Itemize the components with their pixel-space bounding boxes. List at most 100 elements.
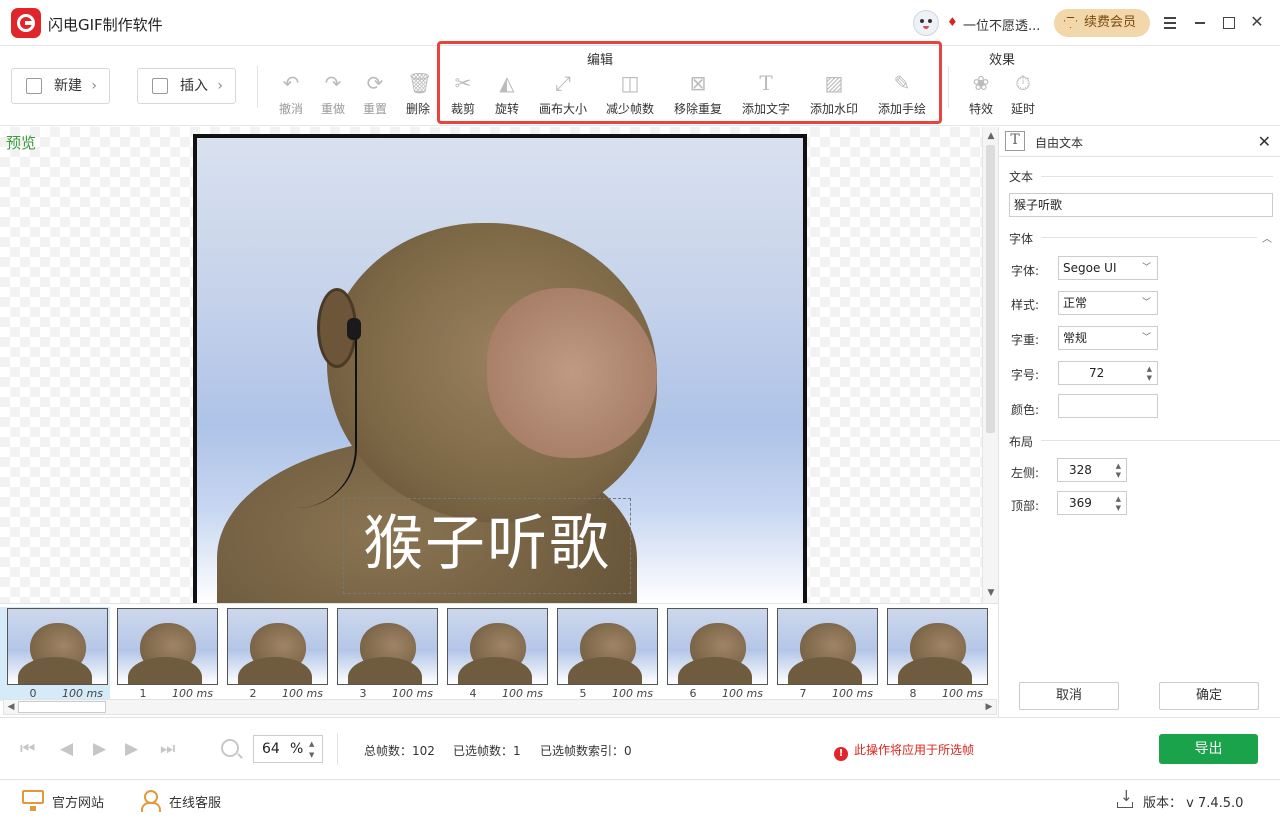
scroll-thumb[interactable] [18,701,106,713]
selected-frames-count: 已选帧数：1 [453,744,521,758]
confirm-button[interactable]: 确定 [1159,682,1259,710]
font-weight-select[interactable]: 常规 ﹀ [1058,326,1158,350]
minimize-icon[interactable] [1192,14,1208,30]
redo-icon: ↷ [324,71,342,95]
frame-thumbnail[interactable]: 2 100 ms [220,607,330,701]
decrement-icon[interactable]: ▼ [1147,374,1152,382]
chevron-down-icon: ﹀ [1141,263,1151,273]
canvas-size-button[interactable]: ⤢ 画布大小 [539,68,587,118]
first-frame-icon[interactable]: ⏮ [20,740,35,758]
chevron-right-icon: › [217,78,223,94]
online-support-label: 在线客服 [169,796,222,811]
official-website-link[interactable]: 官方网站 [22,790,104,811]
new-button[interactable]: 新建 › [11,68,110,104]
previous-frame-icon[interactable]: ◀ [60,740,73,758]
section-divider [1041,440,1280,441]
selected-frames-index: 已选帧数索引：0 [540,744,632,758]
font-style-select[interactable]: 正常 ﹀ [1058,291,1158,315]
trash-icon: 🗑 [407,71,433,95]
gif-canvas[interactable]: 猴子听歌 [193,134,807,603]
user-avatar[interactable] [913,10,939,36]
effects-group-title: 效果 [989,53,1016,68]
delay-button[interactable]: ⏱ 延时 [1003,68,1043,118]
scroll-left-icon[interactable]: ◀ [4,700,18,714]
frame-thumbnail[interactable]: 1 100 ms [110,607,220,701]
increment-icon[interactable]: ▲ [1116,495,1121,503]
controls-divider [337,733,338,765]
rotate-button[interactable]: ◭ 旋转 [487,68,527,118]
add-drawing-label: 添加手绘 [877,102,926,116]
remove-duplicate-button[interactable]: ⊠ 移除重复 [674,68,722,118]
decrement-icon[interactable]: ▼ [1116,471,1121,479]
frame-thumbnail[interactable]: 6 100 ms [660,607,770,701]
preview-label: 预览 [6,134,37,152]
play-icon[interactable]: ▶ [93,740,106,758]
add-drawing-button[interactable]: ✎ 添加手绘 [878,68,926,118]
pencil-icon: ✎ [893,71,911,95]
canvas-size-label: 画布大小 [538,102,587,116]
insert-button[interactable]: 插入 › [137,68,236,104]
font-size-stepper[interactable]: 72 ▲ ▼ [1058,361,1158,385]
left-label: 左侧: [1011,466,1040,480]
frame-thumbnail[interactable]: 5 100 ms [550,607,660,701]
next-frame-icon[interactable]: ▶ [125,740,138,758]
insert-icon [152,78,168,94]
remove-duplicate-icon: ⊠ [689,71,707,95]
chevron-down-icon: ﹀ [1141,298,1151,308]
close-panel-icon[interactable]: ✕ [1258,132,1271,151]
frame-thumbnail[interactable]: 7 100 ms [770,607,880,701]
diamond-icon [1064,17,1077,28]
version-label: 版本： v 7.4.5.0 [1143,796,1244,811]
title-bar: 闪电GIF制作软件 ♦ 一位不愿透... 续费会员 ✕ [0,0,1280,46]
add-watermark-button[interactable]: ▨ 添加水印 [810,68,858,118]
preview-area: 预览 猴子听歌 [0,127,998,603]
preview-vertical-scrollbar[interactable]: ▲ ▼ [982,127,998,603]
text-icon: T [759,71,773,95]
increment-icon[interactable]: ▲ [1147,365,1152,373]
frame-thumbnail[interactable]: 3 100 ms [330,607,440,701]
font-label: 字体: [1011,264,1040,278]
insert-label: 插入 [180,78,208,94]
top-position-stepper[interactable]: 369 ▲ ▼ [1057,491,1127,515]
delay-label: 延时 [1010,102,1035,116]
panel-title: 自由文本 [1035,136,1084,150]
scroll-down-icon[interactable]: ▼ [985,586,997,600]
text-overlay[interactable]: 猴子听歌 [343,498,631,594]
left-position-stepper[interactable]: 328 ▲ ▼ [1057,458,1127,482]
vip-gem-icon: ♦ [947,15,958,29]
cancel-button[interactable]: 取消 [1019,682,1119,710]
frame-thumbnail[interactable]: 0 100 ms [0,607,110,701]
text-content-input[interactable]: 猴子听歌 [1009,193,1273,217]
increment-icon[interactable]: ▲ [309,740,314,748]
decrement-icon[interactable]: ▼ [309,751,314,759]
frame-thumbnail[interactable]: 4 100 ms [440,607,550,701]
resize-canvas-icon: ⤢ [555,71,571,95]
top-label: 顶部: [1011,499,1040,513]
zoom-stepper[interactable]: 64 % ▲ ▼ [253,735,323,763]
increment-icon[interactable]: ▲ [1116,462,1121,470]
close-icon[interactable]: ✕ [1249,14,1265,30]
menu-icon[interactable] [1162,14,1178,30]
download-icon[interactable] [1116,787,1134,808]
online-support-link[interactable]: 在线客服 [141,790,222,812]
add-text-button[interactable]: T 添加文字 [742,68,790,118]
scroll-right-icon[interactable]: ▶ [982,700,996,714]
renew-membership-button[interactable]: 续费会员 [1054,9,1150,37]
scroll-thumb[interactable] [986,145,995,433]
frame-thumbnail[interactable]: 8 100 ms [880,607,990,701]
font-family-select[interactable]: Segoe UI ﹀ [1058,256,1158,280]
username[interactable]: 一位不愿透... [963,15,1040,34]
export-button[interactable]: 导出 [1159,734,1258,764]
color-picker[interactable] [1058,394,1158,418]
add-text-label: 添加文字 [741,102,790,116]
decrement-icon[interactable]: ▼ [1116,504,1121,512]
chevron-up-icon[interactable]: ︿ [1262,230,1272,245]
reduce-frames-button[interactable]: ◫ 减少帧数 [606,68,654,118]
weight-label: 字重: [1011,333,1040,347]
left-position-value: 328 [1069,463,1092,477]
scroll-up-icon[interactable]: ▲ [985,129,997,143]
maximize-icon[interactable] [1220,14,1236,30]
filmstrip-horizontal-scrollbar[interactable]: ◀ ▶ [3,699,997,715]
zoom-unit: % [290,741,304,757]
last-frame-icon[interactable]: ⏭ [160,740,175,758]
